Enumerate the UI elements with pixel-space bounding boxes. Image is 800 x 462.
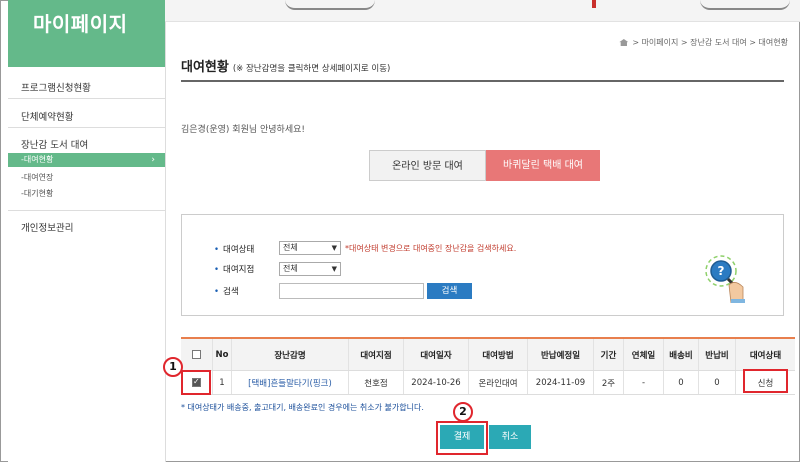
sidebar-item-group-reservation[interactable]: 단체예약현황 (8, 109, 165, 123)
header-shipping-fee: 배송비 (663, 339, 698, 370)
header-due-date: 반납예정일 (527, 339, 593, 370)
bullet-icon: • (214, 265, 220, 275)
sidebar: 마이페이지 프로그램신청현황 단체예약현황 장난감 도서 대여 -대여현황 › … (8, 0, 165, 462)
header-method: 대여방법 (468, 339, 527, 370)
tab-delivery-rental[interactable]: 바퀴달린 택배 대여 (486, 150, 600, 181)
title-divider (181, 80, 784, 82)
branch-label: 대여지점 (223, 265, 255, 275)
table-row: 1 [택배]흔들말타기(핑크) 천호점 2024-10-26 온라인대여 202… (181, 371, 795, 395)
annotation-highlight-status (743, 369, 788, 393)
greeting-text: 김은경(운영) 회원님 안녕하세요! (181, 125, 305, 135)
cancel-notice: * 대여상태가 배송중, 출고대기, 배송완료인 경우에는 취소가 불가합니다. (181, 403, 424, 412)
status-hint: *대여상태 변경으로 대여중인 장난감을 검색하세요. (345, 244, 517, 253)
header-rental-date: 대여일자 (403, 339, 468, 370)
header-toy-name: 장난감명 (231, 339, 348, 370)
status-row: • 대여상태 (214, 243, 254, 255)
divider (8, 127, 165, 128)
cell-period: 2주 (593, 371, 623, 394)
checkbox-icon[interactable] (192, 350, 201, 359)
divider (8, 210, 165, 211)
sidebar-border (165, 22, 166, 462)
status-select[interactable]: 전체 ▼ (279, 241, 341, 255)
search-panel: • 대여상태 전체 ▼ *대여상태 변경으로 대여중인 장난감을 검색하세요. • 대… (181, 214, 784, 316)
header-period: 기간 (593, 339, 623, 370)
tab-online-visit-rental[interactable]: 온라인 방문 대여 (369, 150, 486, 181)
sidebar-subitem-label: -대여현황 (21, 155, 54, 164)
header-select-all[interactable] (181, 339, 212, 370)
chevron-down-icon: ▼ (331, 244, 337, 252)
chevron-down-icon: ▼ (331, 265, 337, 273)
search-input[interactable] (279, 283, 424, 299)
page-title: 대여현황 (※ 장난감명을 클릭하면 상세페이지로 이동) (181, 56, 390, 75)
sidebar-subitem-extension[interactable]: -대여연장 (8, 172, 165, 183)
branch-select[interactable]: 전체 ▼ (279, 262, 341, 276)
status-label: 대여상태 (223, 245, 255, 255)
table-header-row: No 장난감명 대여지점 대여일자 대여방법 반납예정일 기간 연체일 배송비 … (181, 339, 795, 371)
branch-row: • 대여지점 (214, 263, 254, 275)
header-return-fee: 반납비 (698, 339, 735, 370)
annotation-marker-1: 1 (163, 357, 183, 377)
page-subtitle: (※ 장난감명을 클릭하면 상세페이지로 이동) (232, 64, 391, 74)
cell-rental-date: 2024-10-26 (403, 371, 468, 394)
rental-table: No 장난감명 대여지점 대여일자 대여방법 반납예정일 기간 연체일 배송비 … (181, 337, 795, 395)
breadcrumb: > 마이페이지 > 장난감 도서 대여 > 대여현황 (619, 37, 788, 48)
cell-shipping-fee: 0 (663, 371, 698, 394)
divider (8, 98, 165, 99)
help-question-icon: ? (705, 255, 745, 303)
annotation-highlight-checkbox (181, 370, 211, 395)
sidebar-subitem-waiting[interactable]: -대기현황 (8, 188, 165, 199)
search-button[interactable]: 검색 (427, 283, 472, 299)
cell-no: 1 (212, 371, 231, 394)
branch-select-value: 전체 (283, 264, 298, 273)
chevron-right-icon: › (151, 155, 155, 165)
toy-name-link[interactable]: [택배]흔들말타기(핑크) (248, 377, 332, 389)
cell-toy-name: [택배]흔들말타기(핑크) (231, 371, 348, 394)
sidebar-item-toy-book-rental[interactable]: 장난감 도서 대여 (8, 137, 165, 151)
cell-method: 온라인대여 (468, 371, 527, 394)
sidebar-item-personal-info[interactable]: 개인정보관리 (8, 220, 165, 234)
header-overdue: 연체일 (623, 339, 663, 370)
cell-overdue: - (623, 371, 663, 394)
bullet-icon: • (214, 287, 220, 297)
sidebar-subitem-rental-status[interactable]: -대여현황 › (8, 153, 165, 167)
annotation-highlight-pay (436, 421, 488, 455)
page-title-text: 대여현황 (181, 60, 229, 75)
header-status: 대여상태 (735, 339, 795, 370)
sidebar-item-program[interactable]: 프로그램신청현황 (8, 80, 165, 94)
top-banner-strip (165, 0, 800, 22)
header-no: No (212, 339, 231, 370)
cell-branch: 천호점 (348, 371, 403, 394)
rental-type-tabs: 온라인 방문 대여 바퀴달린 택배 대여 (369, 150, 600, 181)
annotation-marker-2: 2 (453, 402, 473, 422)
cell-due-date: 2024-11-09 (527, 371, 593, 394)
keyword-row: • 검색 (214, 285, 239, 297)
header-branch: 대여지점 (348, 339, 403, 370)
bullet-icon: • (214, 245, 220, 255)
breadcrumb-path[interactable]: > 마이페이지 > 장난감 도서 대여 > 대여현황 (632, 38, 788, 47)
keyword-label: 검색 (223, 287, 239, 297)
sidebar-title: 마이페이지 (8, 0, 165, 67)
status-select-value: 전체 (283, 243, 298, 252)
svg-text:?: ? (718, 264, 725, 278)
home-icon[interactable] (619, 39, 629, 46)
cancel-button[interactable]: 취소 (489, 425, 531, 449)
cell-return-fee: 0 (698, 371, 735, 394)
